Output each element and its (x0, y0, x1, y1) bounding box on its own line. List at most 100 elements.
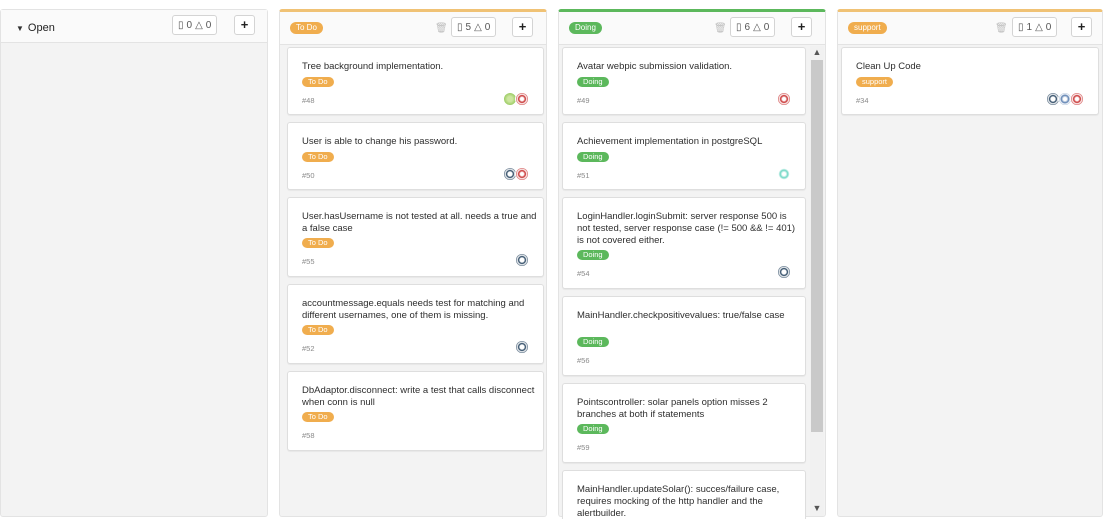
issue-card[interactable]: Avatar webpic submission validation. Doi… (562, 47, 806, 115)
card-title[interactable]: Tree background implementation. (302, 61, 443, 73)
red-pattern-avatar[interactable] (515, 92, 529, 106)
assignees (515, 340, 529, 354)
trash-icon[interactable]: 🗑 (714, 23, 727, 34)
card-number: #51 (577, 171, 590, 180)
list-counts: ▯ 6 △ 0 (730, 17, 776, 37)
list-header: support 🗑 ▯ 1 △ 0 + (838, 12, 1102, 45)
card-number: #49 (577, 96, 590, 105)
trash-icon[interactable]: 🗑 (435, 23, 448, 34)
card-number: #54 (577, 269, 590, 278)
card-title[interactable]: User is able to change his password. (302, 136, 457, 148)
issue-card[interactable]: User is able to change his password. To … (287, 122, 544, 190)
issue-card[interactable]: accountmessage.equals needs test for mat… (287, 284, 544, 364)
card-title[interactable]: DbAdaptor.disconnect: write a test that … (302, 385, 537, 409)
issues-icon: ▯ (736, 21, 742, 33)
card-label[interactable]: Doing (577, 152, 609, 162)
issue-count: 1 (1026, 21, 1033, 33)
list-header: To Do 🗑 ▯ 5 △ 0 + (280, 12, 546, 45)
card-label[interactable]: Doing (577, 250, 609, 260)
issue-card[interactable]: LoginHandler.loginSubmit: server respons… (562, 197, 806, 289)
issue-card[interactable]: User.hasUsername is not tested at all. n… (287, 197, 544, 277)
card-label[interactable]: To Do (302, 238, 334, 248)
list-support: support 🗑 ▯ 1 △ 0 + Clean Up Code suppor… (837, 9, 1103, 517)
trash-icon[interactable]: 🗑 (995, 23, 1008, 34)
add-issue-button[interactable]: + (791, 17, 812, 37)
teal-pattern-avatar[interactable] (777, 167, 791, 181)
weight-icon: △ (474, 21, 482, 33)
navy-pattern-avatar[interactable] (515, 253, 529, 267)
card-title[interactable]: MainHandler.updateSolar(): succes/failur… (577, 484, 799, 519)
card-label[interactable]: To Do (302, 325, 334, 335)
weight-count: 0 (205, 19, 212, 31)
scroll-down-icon[interactable]: ▼ (811, 502, 823, 514)
issue-card[interactable]: MainHandler.checkpositivevalues: true/fa… (562, 296, 806, 376)
list-counts: ▯ 5 △ 0 (451, 17, 497, 37)
assignees (503, 92, 529, 106)
card-title[interactable]: Clean Up Code (856, 61, 921, 73)
card-number: #58 (302, 431, 315, 440)
red-pattern-avatar[interactable] (515, 167, 529, 181)
card-number: #55 (302, 257, 315, 266)
scrollbar-thumb[interactable] (811, 60, 823, 432)
issue-card[interactable]: DbAdaptor.disconnect: write a test that … (287, 371, 544, 451)
assignees (777, 167, 791, 181)
card-number: #56 (577, 356, 590, 365)
card-title[interactable]: Achievement implementation in postgreSQL (577, 136, 762, 148)
card-number: #34 (856, 96, 869, 105)
card-number: #50 (302, 171, 315, 180)
card-label[interactable]: To Do (302, 77, 334, 87)
issue-card[interactable]: MainHandler.updateSolar(): succes/failur… (562, 470, 806, 519)
issue-count: 0 (186, 19, 193, 31)
card-number: #48 (302, 96, 315, 105)
card-label[interactable]: support (856, 77, 894, 87)
assignees (1046, 92, 1084, 106)
caret-down-icon: ▼ (16, 23, 24, 33)
add-issue-button[interactable]: + (512, 17, 533, 37)
assignees (777, 92, 791, 106)
red-pattern-avatar[interactable] (777, 92, 791, 106)
issue-count: 5 (465, 21, 472, 33)
card-label[interactable]: To Do (302, 412, 334, 422)
issue-count: 6 (744, 21, 751, 33)
navy-pattern-avatar[interactable] (777, 265, 791, 279)
assignees (777, 265, 791, 279)
weight-icon: △ (1035, 21, 1043, 33)
assignees (503, 167, 529, 181)
scroll-up-icon[interactable]: ▲ (811, 46, 823, 58)
card-number: #52 (302, 344, 315, 353)
issue-card[interactable]: Clean Up Code support #34 (841, 47, 1099, 115)
list-title: Open (27, 22, 55, 34)
card-title[interactable]: LoginHandler.loginSubmit: server respons… (577, 211, 799, 247)
list-doing: Doing 🗑 ▯ 6 △ 0 + Avatar webpic submissi… (558, 9, 826, 519)
card-title[interactable]: User.hasUsername is not tested at all. n… (302, 211, 537, 235)
add-issue-button[interactable]: + (234, 15, 255, 35)
issue-card[interactable]: Achievement implementation in postgreSQL… (562, 122, 806, 190)
issues-icon: ▯ (178, 19, 184, 31)
list-label: Doing (569, 22, 602, 34)
issue-board: ▼ Open ▯ 0 △ 0 + To Do 🗑 ▯ 5 △ 0 + Tree … (0, 0, 1103, 519)
list-header: ▼ Open ▯ 0 △ 0 + (1, 10, 267, 43)
issue-card[interactable]: Pointscontroller: solar panels option mi… (562, 383, 806, 463)
assignees (515, 253, 529, 267)
weight-icon: △ (753, 21, 761, 33)
issues-icon: ▯ (457, 21, 463, 33)
issues-icon: ▯ (1018, 21, 1024, 33)
card-label[interactable]: To Do (302, 152, 334, 162)
list-header: Doing 🗑 ▯ 6 △ 0 + (559, 12, 825, 45)
list-counts: ▯ 1 △ 0 (1012, 17, 1058, 37)
add-issue-button[interactable]: + (1071, 17, 1092, 37)
list-label: support (848, 22, 887, 34)
card-title[interactable]: MainHandler.checkpositivevalues: true/fa… (577, 310, 799, 322)
red-pattern-avatar[interactable] (1070, 92, 1084, 106)
collapse-toggle[interactable]: ▼ Open (16, 22, 55, 34)
issue-card[interactable]: Tree background implementation. To Do #4… (287, 47, 544, 115)
card-title[interactable]: accountmessage.equals needs test for mat… (302, 298, 537, 322)
card-title[interactable]: Pointscontroller: solar panels option mi… (577, 397, 799, 421)
card-label[interactable]: Doing (577, 424, 609, 434)
navy-pattern-avatar[interactable] (515, 340, 529, 354)
list-todo: To Do 🗑 ▯ 5 △ 0 + Tree background implem… (279, 9, 547, 517)
weight-icon: △ (195, 19, 203, 31)
card-label[interactable]: Doing (577, 337, 609, 347)
card-title[interactable]: Avatar webpic submission validation. (577, 61, 732, 73)
card-label[interactable]: Doing (577, 77, 609, 87)
